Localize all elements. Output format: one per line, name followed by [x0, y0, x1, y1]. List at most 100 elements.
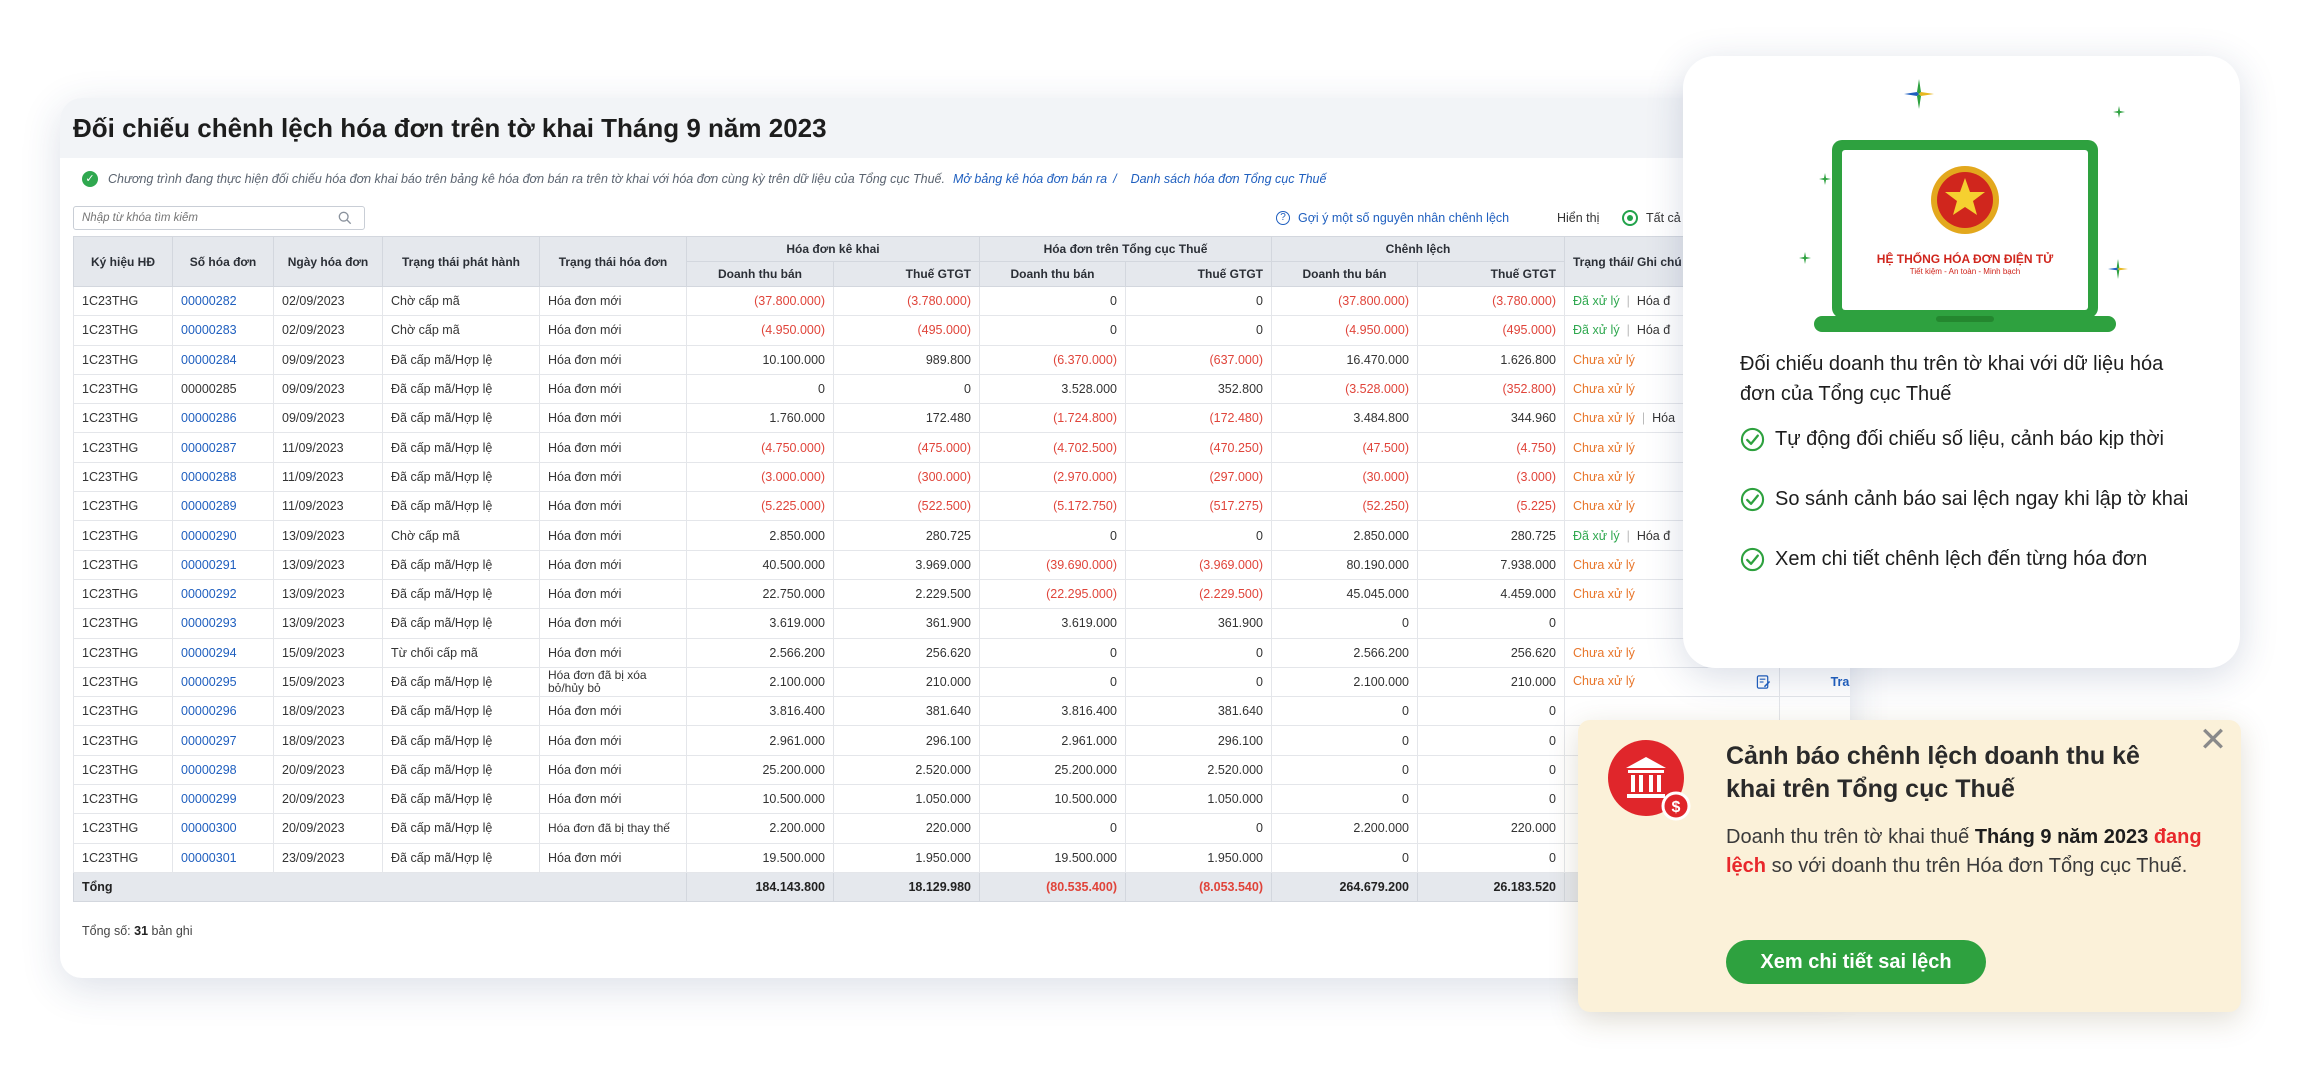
table-row[interactable]: 1C23THG 00000289 11/09/2023 Đã cấp mã/Hợp l… — [73, 491, 1850, 522]
view-discrepancy-button[interactable]: Xem chi tiết sai lệch — [1726, 940, 1986, 984]
invoice-date-cell: 11/09/2023 — [273, 432, 383, 463]
invoice-number-cell[interactable]: 00000295 — [172, 666, 274, 698]
amount-cell-c-rev: 2.200.000 — [1271, 813, 1418, 844]
invoice-date-cell: 13/09/2023 — [273, 578, 383, 610]
amount-cell-d-rev: (3.000.000) — [686, 461, 834, 493]
invoice-number-cell[interactable]: 00000290 — [172, 520, 274, 551]
invoice-number-cell[interactable]: 00000298 — [172, 754, 274, 786]
processing-status-link[interactable]: Chưa xử lý — [1573, 353, 1635, 367]
invoice-number-cell[interactable]: 00000284 — [172, 344, 274, 375]
amount-cell-d-rev: 2.850.000 — [686, 520, 834, 551]
lookup-link[interactable]: Tra cứu — [1831, 675, 1850, 689]
invoice-number-cell[interactable]: 00000287 — [172, 432, 274, 463]
invoice-number-cell[interactable]: 00000301 — [172, 842, 274, 873]
report-header: Đối chiếu chênh lệch hóa đơn trên tờ kha… — [60, 98, 1850, 158]
issue-status-cell: Đã cấp mã/Hợp lệ — [382, 784, 540, 815]
invoice-symbol-cell: 1C23THG — [73, 285, 173, 317]
processing-status-link[interactable]: Chưa xử lý — [1573, 674, 1635, 688]
amount-cell-d-vat: (495.000) — [833, 315, 980, 346]
amount-cell-t-vat: 1.050.000 — [1125, 784, 1272, 815]
invoice-number-cell[interactable]: 00000282 — [172, 285, 274, 317]
invoice-number-cell[interactable]: 00000292 — [172, 578, 274, 610]
amount-cell-c-vat: (352.800) — [1417, 373, 1565, 405]
issue-status-cell: Chờ cấp mã — [382, 285, 540, 317]
table-row[interactable]: 1C23THG 00000292 13/09/2023 Đã cấp mã/Hợp l… — [73, 578, 1850, 610]
close-icon[interactable]: ✕ — [2198, 723, 2228, 757]
amount-cell-d-rev: (4.950.000) — [686, 315, 834, 346]
processing-status-link[interactable]: Chưa xử lý — [1573, 558, 1635, 572]
invoice-date-cell: 13/09/2023 — [273, 608, 383, 639]
invoice-number-cell[interactable]: 00000296 — [172, 696, 274, 727]
table-row[interactable]: 1C23THG 00000282 02/09/2023 Chờ cấp mã Hóa đ… — [73, 285, 1850, 317]
invoice-number-cell[interactable]: 00000286 — [172, 403, 274, 434]
table-row[interactable]: 1C23THG 00000291 13/09/2023 Đã cấp mã/Hợp l… — [73, 549, 1850, 580]
col-invoice-status: Trạng thái hóa đơn — [539, 236, 687, 287]
amount-cell-t-rev: 2.961.000 — [979, 725, 1126, 756]
col-invoice-date: Ngày hóa đơn — [273, 236, 383, 287]
invoice-date-cell: 18/09/2023 — [273, 725, 383, 756]
processing-status-link[interactable]: Chưa xử lý — [1573, 411, 1635, 425]
table-row[interactable]: 1C23THG 00000294 15/09/2023 Từ chối cấp mã H… — [73, 637, 1850, 668]
issue-status-cell: Chờ cấp mã — [382, 315, 540, 346]
amount-cell-d-rev: 22.750.000 — [686, 578, 834, 610]
invoice-number-cell[interactable]: 00000293 — [172, 608, 274, 639]
issue-status-cell: Đã cấp mã/Hợp lệ — [382, 432, 540, 463]
amount-cell-c-vat: 1.626.800 — [1417, 344, 1565, 375]
sparkle-icon — [1904, 79, 1934, 109]
table-row[interactable]: 1C23THG 00000290 13/09/2023 Chờ cấp mã Hóa đ… — [73, 520, 1850, 551]
issue-status-cell: Đã cấp mã/Hợp lệ — [382, 696, 540, 727]
table-row[interactable]: 1C23THG 00000285 09/09/2023 Đã cấp mã/Hợp l… — [73, 373, 1850, 405]
processing-status-link[interactable]: Chưa xử lý — [1573, 499, 1635, 513]
processing-status-link[interactable]: Chưa xử lý — [1573, 470, 1635, 484]
display-all-radio[interactable]: Tất cả — [1622, 210, 1681, 226]
invoice-number-cell[interactable]: 00000291 — [172, 549, 274, 580]
invoice-number-cell[interactable]: 00000289 — [172, 491, 274, 522]
col-group-declared: Hóa đơn kê khai — [686, 236, 980, 262]
discrepancy-hint-link[interactable]: ? Gợi ý một số nguyên nhân chênh lệch — [1276, 211, 1509, 225]
col-symbol: Ký hiệu HĐ — [73, 236, 173, 287]
edit-note-icon[interactable] — [1756, 674, 1771, 690]
invoice-symbol-cell: 1C23THG — [73, 637, 173, 668]
table-row[interactable]: 1C23THG 00000284 09/09/2023 Đã cấp mã/Hợp l… — [73, 344, 1850, 375]
amount-cell-d-rev: 2.100.000 — [686, 666, 834, 698]
alert-title: Cảnh báo chênh lệch doanh thu kê khai tr… — [1726, 742, 2140, 803]
invoice-number-cell[interactable]: 00000294 — [172, 637, 274, 668]
processing-status-link[interactable]: Chưa xử lý — [1573, 382, 1635, 396]
table-row[interactable]: 1C23THG 00000283 02/09/2023 Chờ cấp mã Hóa đ… — [73, 315, 1850, 346]
table-row[interactable]: 1C23THG 00000287 11/09/2023 Đã cấp mã/Hợp l… — [73, 432, 1850, 463]
invoice-number-cell[interactable]: 00000299 — [172, 784, 274, 815]
table-row[interactable]: 1C23THG 00000293 13/09/2023 Đã cấp mã/Hợp l… — [73, 608, 1850, 639]
invoice-number-cell[interactable]: 00000288 — [172, 461, 274, 493]
invoice-symbol-cell: 1C23THG — [73, 403, 173, 434]
processing-status-link[interactable]: Đã xử lý — [1573, 323, 1620, 337]
processing-status-link[interactable]: Chưa xử lý — [1573, 587, 1635, 601]
processing-status-link[interactable]: Đã xử lý — [1573, 294, 1620, 308]
processing-status-link[interactable]: Chưa xử lý — [1573, 441, 1635, 455]
table-row[interactable]: 1C23THG 00000295 15/09/2023 Đã cấp mã/Hợp l… — [73, 666, 1850, 698]
question-circle-icon: ? — [1276, 211, 1290, 225]
search-input[interactable] — [73, 206, 365, 230]
table-row[interactable]: 1C23THG 00000286 09/09/2023 Đã cấp mã/Hợp l… — [73, 403, 1850, 434]
note-separator: | — [1626, 528, 1630, 543]
search-icon[interactable] — [338, 211, 352, 225]
amount-cell-t-vat: 296.100 — [1125, 725, 1272, 756]
record-count-label: Tổng số: — [82, 924, 131, 938]
invoice-number-cell[interactable]: 00000297 — [172, 725, 274, 756]
tax-invoice-list-link[interactable]: Danh sách hóa đơn Tổng cục Thuế — [1131, 172, 1327, 186]
amount-cell-d-vat: 361.900 — [833, 608, 980, 639]
sales-list-link[interactable]: Mở bảng kê hóa đơn bán ra — [953, 172, 1107, 186]
table-row[interactable]: 1C23THG 00000288 11/09/2023 Đã cấp mã/Hợp l… — [73, 461, 1850, 493]
invoice-symbol-cell: 1C23THG — [73, 842, 173, 873]
processing-status-link[interactable]: Chưa xử lý — [1573, 646, 1635, 660]
amount-cell-c-vat: 280.725 — [1417, 520, 1565, 551]
col-declared-revenue: Doanh thu bán — [686, 261, 834, 287]
invoice-status-cell: Hóa đơn mới — [539, 315, 687, 346]
invoice-date-cell: 11/09/2023 — [273, 461, 383, 493]
invoice-status-cell: Hóa đơn đã bị thay thế — [539, 813, 687, 844]
invoice-symbol-cell: 1C23THG — [73, 578, 173, 610]
processing-status-link[interactable]: Đã xử lý — [1573, 529, 1620, 543]
amount-cell-t-vat: 2.520.000 — [1125, 754, 1272, 786]
col-diff-revenue: Doanh thu bán — [1271, 261, 1418, 287]
invoice-number-cell[interactable]: 00000283 — [172, 315, 274, 346]
invoice-number-cell[interactable]: 00000300 — [172, 813, 274, 844]
